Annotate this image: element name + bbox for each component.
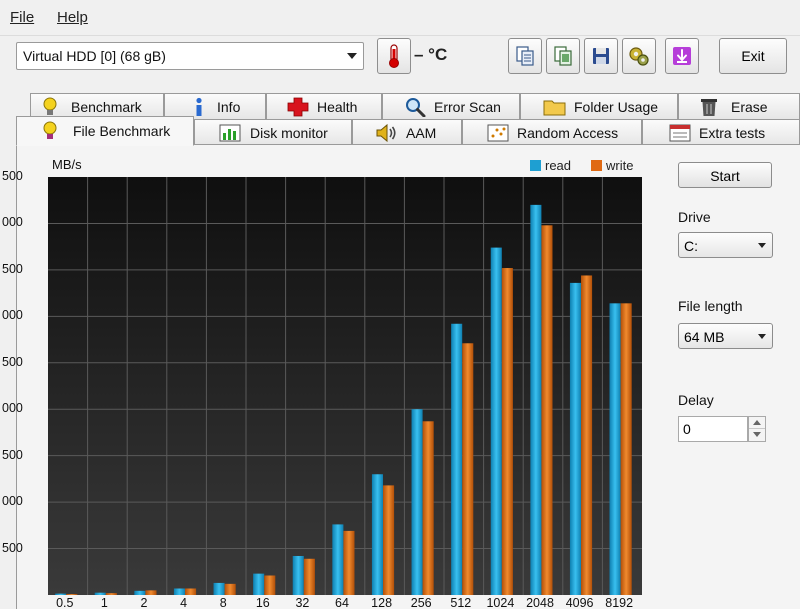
x-tick-label: 8192 — [605, 596, 634, 609]
spin-up-arrow-icon[interactable] — [749, 417, 765, 429]
x-tick-label: 16 — [255, 596, 270, 609]
bar-read-2048 — [530, 204, 542, 595]
x-tick-label: 2048 — [526, 596, 554, 609]
drive-label: Drive — [678, 209, 711, 225]
bar-write-128 — [383, 485, 395, 595]
y-tick-label: 000 — [2, 494, 23, 509]
tab-erase[interactable]: Erase — [678, 93, 800, 119]
delay-label: Delay — [678, 392, 714, 408]
x-tick-label: 2 — [140, 596, 148, 609]
tab-file-benchmark[interactable]: File Benchmark — [16, 116, 194, 146]
bar-write-1 — [105, 593, 117, 595]
bar-read-4096 — [569, 282, 582, 595]
y-tick-label: 500 — [2, 447, 23, 462]
y-tick-label: 000 — [2, 215, 23, 230]
extra-tests-icon — [669, 124, 691, 142]
bar-read-16 — [253, 573, 265, 595]
bar-write-64 — [343, 530, 355, 595]
download-icon — [673, 47, 691, 65]
legend-read: read — [530, 158, 571, 173]
file-length-label: File length — [678, 298, 743, 314]
file-length-combo[interactable]: 64 MB — [678, 323, 773, 349]
start-button[interactable]: Start — [678, 162, 772, 188]
spin-down-arrow-icon[interactable] — [749, 429, 765, 441]
bar-read-1024 — [490, 247, 502, 595]
tab-extra-tests[interactable]: Extra tests — [642, 119, 800, 145]
x-tick-label: 8 — [219, 596, 227, 609]
bar-write-16 — [264, 575, 276, 595]
benchmark-bar-chart — [48, 177, 642, 595]
bar-write-32 — [303, 558, 315, 595]
bar-read-512 — [451, 323, 463, 595]
bar-write-0.5 — [66, 594, 78, 595]
y-axis-unit: MB/s — [52, 157, 82, 172]
benchmark-chart-area: MB/s read write 500 000 500 000 500 000 500 000… — [0, 0, 660, 609]
bar-read-2 — [134, 590, 146, 595]
x-tick-label: 4 — [180, 596, 188, 609]
exit-button[interactable]: Exit — [719, 38, 787, 74]
delay-input[interactable]: 0 — [678, 416, 748, 442]
legend-write-swatch — [591, 160, 602, 171]
bar-write-4096 — [581, 275, 593, 595]
bar-write-1024 — [501, 268, 513, 595]
bar-write-2 — [145, 590, 157, 595]
bar-read-8 — [213, 582, 225, 595]
legend-write: write — [591, 158, 633, 173]
x-tick-label: 512 — [450, 596, 472, 609]
chevron-down-icon — [758, 334, 766, 339]
bar-write-4 — [185, 588, 197, 595]
x-tick-label: 256 — [410, 596, 432, 609]
y-tick-label: 500 — [2, 261, 23, 276]
lightbulb-document-icon — [43, 121, 57, 139]
y-tick-label: 000 — [2, 308, 23, 323]
bar-read-64 — [332, 524, 344, 595]
x-tick-label: 1024 — [486, 596, 515, 609]
delay-spinner — [748, 416, 766, 442]
drive-combo[interactable]: C: — [678, 232, 773, 258]
x-tick-label: 4096 — [565, 596, 594, 609]
bar-read-32 — [292, 555, 304, 595]
y-tick-label: 000 — [2, 401, 23, 416]
bar-read-1 — [94, 592, 106, 595]
bar-read-0.5 — [55, 593, 67, 595]
legend-read-swatch — [530, 160, 541, 171]
bar-write-2048 — [541, 225, 553, 595]
download-button[interactable] — [665, 38, 699, 74]
y-tick-label: 500 — [2, 540, 23, 555]
x-tick-label: 1 — [100, 596, 108, 609]
y-tick-label: 500 — [2, 169, 23, 183]
bar-write-8 — [224, 583, 236, 595]
bar-write-512 — [462, 343, 474, 595]
bar-read-8192 — [609, 303, 621, 595]
bar-write-256 — [422, 421, 434, 595]
trash-icon — [701, 99, 717, 116]
bar-write-8192 — [620, 303, 632, 595]
y-tick-label: 500 — [2, 354, 23, 369]
chevron-down-icon — [758, 243, 766, 248]
bar-read-256 — [411, 409, 423, 595]
x-tick-label: 0.5 — [56, 596, 74, 609]
bar-read-128 — [371, 474, 384, 595]
bar-read-4 — [173, 588, 186, 595]
x-tick-label: 32 — [295, 596, 310, 609]
x-tick-label: 128 — [371, 596, 393, 609]
x-tick-label: 64 — [335, 596, 349, 609]
